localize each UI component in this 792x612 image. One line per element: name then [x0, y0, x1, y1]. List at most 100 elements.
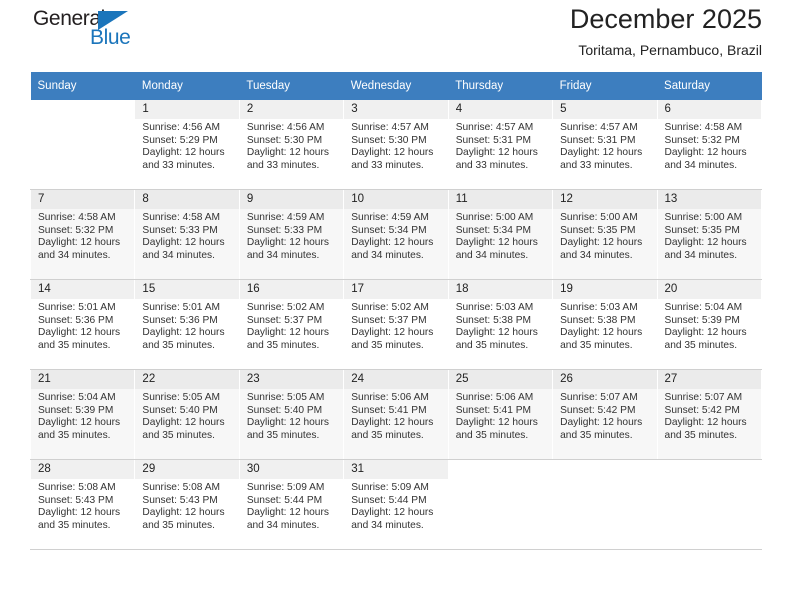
calendar-day-cell[interactable]: 10 Sunrise: 4:59 AM Sunset: 5:34 PM Dayligh… — [343, 189, 449, 280]
sunset-text: Sunset: 5:31 PM — [560, 134, 636, 146]
daylight-text: Daylight: 12 hours and 35 minutes. — [455, 417, 538, 441]
daylight-text: Daylight: 12 hours and 35 minutes. — [142, 327, 225, 351]
day-sun-info: Sunrise: 5:00 AM Sunset: 5:35 PM Daylight:… — [658, 209, 761, 262]
day-number: 24 — [344, 370, 448, 389]
sunset-text: Sunset: 5:44 PM — [246, 494, 323, 506]
daylight-text: Daylight: 12 hours and 35 minutes. — [560, 327, 643, 351]
day-sun-info: Sunrise: 5:05 AM Sunset: 5:40 PM Daylight:… — [135, 389, 238, 442]
calendar-day-cell-empty — [656, 459, 763, 550]
sunset-text: Sunset: 5:31 PM — [455, 134, 532, 146]
day-sun-info: Sunrise: 5:06 AM Sunset: 5:41 PM Daylight:… — [449, 389, 552, 442]
calendar-day-cell[interactable]: 2 Sunrise: 4:56 AM Sunset: 5:30 PM Daylight… — [238, 100, 345, 190]
calendar-day-cell[interactable]: 28 Sunrise: 5:08 AM Sunset: 5:43 PM Dayligh… — [29, 459, 136, 550]
day-sun-info: Sunrise: 4:57 AM Sunset: 5:31 PM Daylight:… — [553, 119, 656, 172]
day-sun-info: Sunrise: 5:01 AM Sunset: 5:36 PM Daylight:… — [31, 299, 134, 352]
calendar-day-cell[interactable]: 20 Sunrise: 5:04 AM Sunset: 5:39 PM Dayligh… — [656, 279, 763, 370]
calendar-day-cell[interactable]: 19 Sunrise: 5:03 AM Sunset: 5:38 PM Dayligh… — [552, 279, 658, 370]
day-sun-info: Sunrise: 5:09 AM Sunset: 5:44 PM Daylight:… — [344, 479, 447, 532]
daylight-text: Daylight: 12 hours and 35 minutes. — [455, 327, 538, 351]
calendar-day-cell[interactable]: 30 Sunrise: 5:09 AM Sunset: 5:44 PM Dayligh… — [238, 459, 345, 550]
sunrise-text: Sunrise: 4:56 AM — [246, 122, 325, 133]
calendar-day-cell[interactable]: 12 Sunrise: 5:00 AM Sunset: 5:35 PM Dayligh… — [552, 189, 658, 280]
calendar-day-cell[interactable]: 5 Sunrise: 4:57 AM Sunset: 5:31 PM Daylight… — [552, 100, 658, 190]
calendar-day-cell[interactable]: 11 Sunrise: 5:00 AM Sunset: 5:34 PM Dayligh… — [447, 189, 554, 280]
general-blue-logo[interactable]: General Blue — [30, 8, 150, 54]
sunset-text: Sunset: 5:43 PM — [38, 494, 114, 506]
sunrise-text: Sunrise: 5:08 AM — [38, 482, 116, 493]
daylight-text: Daylight: 12 hours and 35 minutes. — [246, 327, 329, 351]
day-sun-info: Sunrise: 4:59 AM Sunset: 5:34 PM Daylight:… — [344, 209, 447, 262]
day-number: 2 — [239, 100, 344, 119]
sunset-text: Sunset: 5:32 PM — [664, 134, 740, 146]
day-number: 31 — [344, 460, 448, 479]
day-number — [553, 460, 656, 479]
sunset-text: Sunset: 5:42 PM — [560, 404, 636, 416]
calendar-day-cell[interactable]: 7 Sunrise: 4:58 AM Sunset: 5:32 PM Daylight… — [29, 189, 136, 280]
sunrise-text: Sunrise: 5:02 AM — [246, 302, 325, 313]
calendar-day-cell[interactable]: 27 Sunrise: 5:07 AM Sunset: 5:42 PM Dayligh… — [656, 369, 763, 460]
day-sun-info: Sunrise: 5:08 AM Sunset: 5:43 PM Daylight:… — [31, 479, 134, 532]
sunset-text: Sunset: 5:35 PM — [560, 224, 636, 236]
sunrise-text: Sunrise: 5:02 AM — [351, 302, 429, 313]
calendar-day-cell[interactable]: 25 Sunrise: 5:06 AM Sunset: 5:41 PM Dayligh… — [447, 369, 554, 460]
daylight-text: Daylight: 12 hours and 35 minutes. — [142, 417, 225, 441]
daylight-text: Daylight: 12 hours and 34 minutes. — [351, 507, 434, 531]
sunrise-text: Sunrise: 4:57 AM — [351, 122, 429, 133]
day-sun-info: Sunrise: 5:08 AM Sunset: 5:43 PM Daylight:… — [135, 479, 238, 532]
day-number — [449, 460, 552, 479]
sunset-text: Sunset: 5:40 PM — [142, 404, 218, 416]
calendar-day-cell[interactable]: 24 Sunrise: 5:06 AM Sunset: 5:41 PM Dayligh… — [343, 369, 449, 460]
day-sun-info: Sunrise: 4:56 AM Sunset: 5:30 PM Daylight:… — [240, 119, 343, 172]
day-sun-info: Sunrise: 5:00 AM Sunset: 5:35 PM Daylight:… — [553, 209, 656, 262]
calendar-day-cell[interactable]: 18 Sunrise: 5:03 AM Sunset: 5:38 PM Dayligh… — [447, 279, 554, 370]
calendar-day-cell[interactable]: 9 Sunrise: 4:59 AM Sunset: 5:33 PM Daylight… — [238, 189, 345, 280]
day-number: 9 — [239, 190, 344, 209]
calendar-day-cell[interactable]: 6 Sunrise: 4:58 AM Sunset: 5:32 PM Daylight… — [656, 100, 763, 190]
day-sun-info: Sunrise: 5:03 AM Sunset: 5:38 PM Daylight:… — [553, 299, 656, 352]
weekday-header-friday: Friday — [552, 72, 658, 100]
calendar-day-cell[interactable]: 29 Sunrise: 5:08 AM Sunset: 5:43 PM Dayligh… — [134, 459, 240, 550]
daylight-text: Daylight: 12 hours and 35 minutes. — [38, 327, 121, 351]
calendar-day-cell[interactable]: 4 Sunrise: 4:57 AM Sunset: 5:31 PM Daylight… — [447, 100, 554, 190]
day-number: 11 — [448, 190, 553, 209]
calendar-body: 1 Sunrise: 4:56 AM Sunset: 5:29 PM Daylight… — [29, 100, 763, 550]
calendar-day-cell[interactable]: 31 Sunrise: 5:09 AM Sunset: 5:44 PM Dayligh… — [343, 459, 449, 550]
day-number: 10 — [344, 190, 448, 209]
sunrise-text: Sunrise: 5:04 AM — [38, 392, 116, 403]
calendar-day-cell[interactable]: 16 Sunrise: 5:02 AM Sunset: 5:37 PM Dayligh… — [238, 279, 345, 370]
logo-text-blue: Blue — [90, 26, 131, 49]
day-sun-info: Sunrise: 5:03 AM Sunset: 5:38 PM Daylight:… — [449, 299, 552, 352]
day-number: 30 — [239, 460, 344, 479]
page-subtitle: Toritama, Pernambuco, Brazil — [578, 42, 762, 58]
daylight-text: Daylight: 12 hours and 33 minutes. — [351, 147, 434, 171]
calendar-day-cell[interactable]: 8 Sunrise: 4:58 AM Sunset: 5:33 PM Daylight… — [134, 189, 240, 280]
sunrise-text: Sunrise: 4:56 AM — [142, 122, 221, 133]
day-number: 6 — [657, 100, 761, 119]
calendar-day-cell[interactable]: 15 Sunrise: 5:01 AM Sunset: 5:36 PM Dayligh… — [134, 279, 240, 370]
day-number: 8 — [135, 190, 239, 209]
day-number — [658, 460, 761, 479]
day-number: 4 — [448, 100, 553, 119]
day-number: 22 — [135, 370, 239, 389]
page-header: General Blue December 2025 Toritama, Per… — [30, 0, 762, 72]
calendar-day-cell[interactable]: 21 Sunrise: 5:04 AM Sunset: 5:39 PM Dayligh… — [29, 369, 136, 460]
day-number: 21 — [31, 370, 135, 389]
calendar-day-cell[interactable]: 1 Sunrise: 4:56 AM Sunset: 5:29 PM Daylight… — [134, 100, 240, 190]
calendar-day-cell[interactable]: 26 Sunrise: 5:07 AM Sunset: 5:42 PM Dayligh… — [552, 369, 658, 460]
sunset-text: Sunset: 5:38 PM — [455, 314, 532, 326]
daylight-text: Daylight: 12 hours and 35 minutes. — [664, 417, 747, 441]
sunset-text: Sunset: 5:29 PM — [142, 134, 218, 146]
calendar-day-cell[interactable]: 17 Sunrise: 5:02 AM Sunset: 5:37 PM Dayligh… — [343, 279, 449, 370]
sunset-text: Sunset: 5:40 PM — [246, 404, 323, 416]
calendar-day-cell[interactable]: 14 Sunrise: 5:01 AM Sunset: 5:36 PM Dayligh… — [29, 279, 136, 370]
calendar-day-cell[interactable]: 13 Sunrise: 5:00 AM Sunset: 5:35 PM Dayligh… — [656, 189, 763, 280]
daylight-text: Daylight: 12 hours and 35 minutes. — [664, 327, 747, 351]
page-title: December 2025 — [569, 4, 762, 34]
daylight-text: Daylight: 12 hours and 35 minutes. — [246, 417, 329, 441]
day-number: 20 — [657, 280, 761, 299]
calendar-day-cell[interactable]: 22 Sunrise: 5:05 AM Sunset: 5:40 PM Dayligh… — [134, 369, 240, 460]
day-sun-info: Sunrise: 4:58 AM Sunset: 5:33 PM Daylight:… — [135, 209, 238, 262]
calendar-day-cell[interactable]: 3 Sunrise: 4:57 AM Sunset: 5:30 PM Daylight… — [343, 100, 449, 190]
sunrise-text: Sunrise: 5:00 AM — [455, 212, 534, 223]
calendar-day-cell[interactable]: 23 Sunrise: 5:05 AM Sunset: 5:40 PM Dayligh… — [238, 369, 345, 460]
